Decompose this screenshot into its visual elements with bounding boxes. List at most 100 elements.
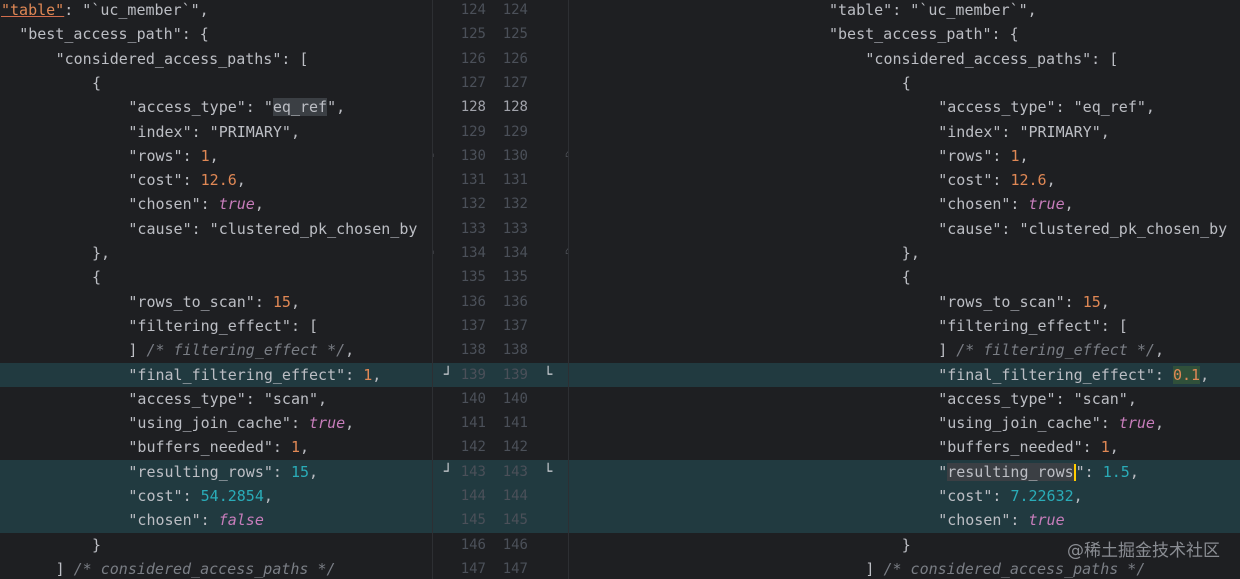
code-line: "cost": 7.22632, bbox=[938, 484, 1083, 508]
right-code-row[interactable]: "access_type": "eq_ref", bbox=[569, 95, 1240, 119]
code-token: /* considered_access_paths */ bbox=[73, 559, 336, 578]
left-code-row[interactable]: "chosen": true, bbox=[0, 192, 432, 216]
right-code-row[interactable]: }, bbox=[569, 241, 1240, 265]
left-code-row[interactable]: "resulting_rows": 15, bbox=[0, 459, 432, 484]
left-code-row[interactable]: "chosen": false bbox=[0, 508, 432, 533]
gutter-row: 143 143 ┘ └ bbox=[432, 459, 569, 484]
code-line: "table": "`uc_member`", bbox=[1, 0, 209, 22]
code-token: " bbox=[938, 462, 948, 481]
code-token: true bbox=[218, 195, 255, 214]
left-code-row[interactable]: { bbox=[0, 71, 432, 95]
merge-left-icon[interactable]: ┘ bbox=[444, 460, 452, 484]
code-line: "using_join_cache": true, bbox=[128, 411, 354, 435]
line-number-left: 141 bbox=[460, 415, 486, 432]
left-code-row[interactable]: "access_type": "eq_ref", bbox=[0, 95, 432, 119]
left-code-row[interactable]: "table": "`uc_member`", bbox=[0, 0, 432, 22]
right-code-row[interactable]: "access_type": "scan", bbox=[569, 387, 1240, 411]
code-token: 12.6 bbox=[1010, 171, 1047, 190]
right-code-row[interactable]: "using_join_cache": true, bbox=[569, 411, 1240, 435]
code-token: "using_join_cache": bbox=[938, 414, 1119, 433]
code-token: , bbox=[1064, 195, 1074, 214]
left-code-row[interactable]: "rows_to_scan": 15, bbox=[0, 290, 432, 314]
code-line: "final_filtering_effect": 1, bbox=[128, 363, 381, 387]
code-line: } bbox=[92, 533, 101, 557]
code-line: "resulting_rows": 15, bbox=[128, 460, 318, 484]
code-token: , bbox=[1200, 365, 1210, 384]
gutter-row: 137 137 bbox=[432, 314, 569, 338]
left-code-row[interactable]: "buffers_needed": 1, bbox=[0, 435, 432, 459]
gutter-row: 146 146 bbox=[432, 533, 569, 557]
right-code-row[interactable]: "chosen": true, bbox=[569, 192, 1240, 216]
right-code-row[interactable]: "resulting_rows ": 1.5, bbox=[569, 459, 1240, 484]
code-token: , bbox=[1019, 146, 1029, 165]
right-code-row[interactable]: "rows": 1, bbox=[569, 144, 1240, 168]
right-code-row[interactable]: "cost": 12.6, bbox=[569, 168, 1240, 192]
code-token: 7.22632 bbox=[1010, 487, 1074, 505]
right-code-row[interactable]: "buffers_needed": 1, bbox=[569, 435, 1240, 459]
left-code-row[interactable]: ] /* considered_access_paths */ bbox=[0, 557, 432, 579]
merge-right-icon[interactable]: └ bbox=[544, 363, 552, 387]
line-number-left: 138 bbox=[460, 342, 486, 359]
left-code-row[interactable]: { bbox=[0, 265, 432, 289]
code-token: { bbox=[901, 268, 911, 287]
gutter-row: 126 126 bbox=[432, 47, 569, 71]
code-token: , bbox=[309, 462, 319, 481]
left-code-row[interactable]: "using_join_cache": true, bbox=[0, 411, 432, 435]
left-code-row[interactable]: "final_filtering_effect": 1, bbox=[0, 362, 432, 387]
right-code-row[interactable]: "table": "`uc_member`", bbox=[569, 0, 1240, 22]
right-code-row[interactable]: "considered_access_paths": [ bbox=[569, 47, 1240, 71]
code-line: }, bbox=[902, 241, 920, 265]
right-code-row[interactable]: "index": "PRIMARY", bbox=[569, 120, 1240, 144]
code-line: "access_type": "scan", bbox=[128, 387, 327, 411]
left-code-row[interactable]: "filtering_effect": [ bbox=[0, 314, 432, 338]
right-code-row[interactable]: ] /* filtering_effect */, bbox=[569, 338, 1240, 362]
right-code-row[interactable]: "rows_to_scan": 15, bbox=[569, 290, 1240, 314]
code-line: "filtering_effect": [ bbox=[128, 314, 318, 338]
code-line: "access_type": "eq_ref", bbox=[128, 95, 345, 119]
right-code-row[interactable]: { bbox=[569, 71, 1240, 95]
right-code-row[interactable]: "cost": 7.22632, bbox=[569, 484, 1240, 509]
left-code-row[interactable]: } bbox=[0, 533, 432, 557]
left-code-row[interactable]: ] /* filtering_effect */, bbox=[0, 338, 432, 362]
code-token: , bbox=[1100, 292, 1110, 311]
gutter-row: 133 133 bbox=[432, 217, 569, 241]
left-code-row[interactable]: "best_access_path": { bbox=[0, 22, 432, 46]
code-token: false bbox=[218, 511, 264, 530]
line-number-left: 134 bbox=[460, 245, 486, 261]
merge-left-icon[interactable]: ┘ bbox=[444, 363, 452, 387]
right-code-row[interactable]: "filtering_effect": [ bbox=[569, 314, 1240, 338]
line-number-right: 145 bbox=[502, 512, 528, 529]
code-token: 54.2854 bbox=[200, 487, 264, 505]
left-editor-pane[interactable]: "table": "`uc_member`", "best_access_path… bbox=[0, 0, 432, 579]
left-code-row[interactable]: "cost": 12.6, bbox=[0, 168, 432, 192]
right-code-row[interactable]: "chosen": true bbox=[569, 508, 1240, 533]
right-code-row[interactable]: "best_access_path": { bbox=[569, 22, 1240, 46]
code-token: , bbox=[1129, 462, 1139, 481]
gutter-row: 145 145 bbox=[432, 508, 569, 533]
left-code-row[interactable]: "cause": "clustered_pk_chosen_by bbox=[0, 217, 432, 241]
left-code-row[interactable]: "cost": 54.2854, bbox=[0, 484, 432, 509]
code-line: "chosen": false bbox=[128, 508, 263, 532]
merge-right-icon[interactable]: └ bbox=[544, 460, 552, 484]
left-code-row[interactable]: "index": "PRIMARY", bbox=[0, 120, 432, 144]
code-line: ] /* considered_access_paths */ bbox=[56, 557, 336, 579]
line-number-right: 138 bbox=[502, 342, 528, 359]
right-code-row[interactable]: { bbox=[569, 265, 1240, 289]
code-line: "chosen": true, bbox=[938, 192, 1073, 216]
left-code-row[interactable]: "access_type": "scan", bbox=[0, 387, 432, 411]
code-line: "cause": "clustered_pk_chosen_by bbox=[128, 217, 417, 241]
code-line: "access_type": "eq_ref", bbox=[938, 95, 1155, 119]
left-code-row[interactable]: "considered_access_paths": [ bbox=[0, 47, 432, 71]
right-code-row[interactable]: "cause": "clustered_pk_chosen_by bbox=[569, 217, 1240, 241]
line-number-left: 127 bbox=[460, 74, 486, 91]
line-number-left: 135 bbox=[460, 269, 486, 286]
right-code-row[interactable]: "final_filtering_effect": 0.1, bbox=[569, 362, 1240, 387]
right-editor-pane[interactable]: "table": "`uc_member`", "best_access_path… bbox=[569, 0, 1240, 579]
line-number-right: 128 bbox=[502, 99, 528, 116]
code-token: , bbox=[209, 146, 219, 165]
line-number-right: 130 bbox=[502, 147, 528, 164]
left-code-row[interactable]: "rows": 1, bbox=[0, 144, 432, 168]
code-token: "buffers_needed": bbox=[938, 438, 1101, 457]
left-code-row[interactable]: }, bbox=[0, 241, 432, 265]
code-line: { bbox=[902, 71, 911, 95]
